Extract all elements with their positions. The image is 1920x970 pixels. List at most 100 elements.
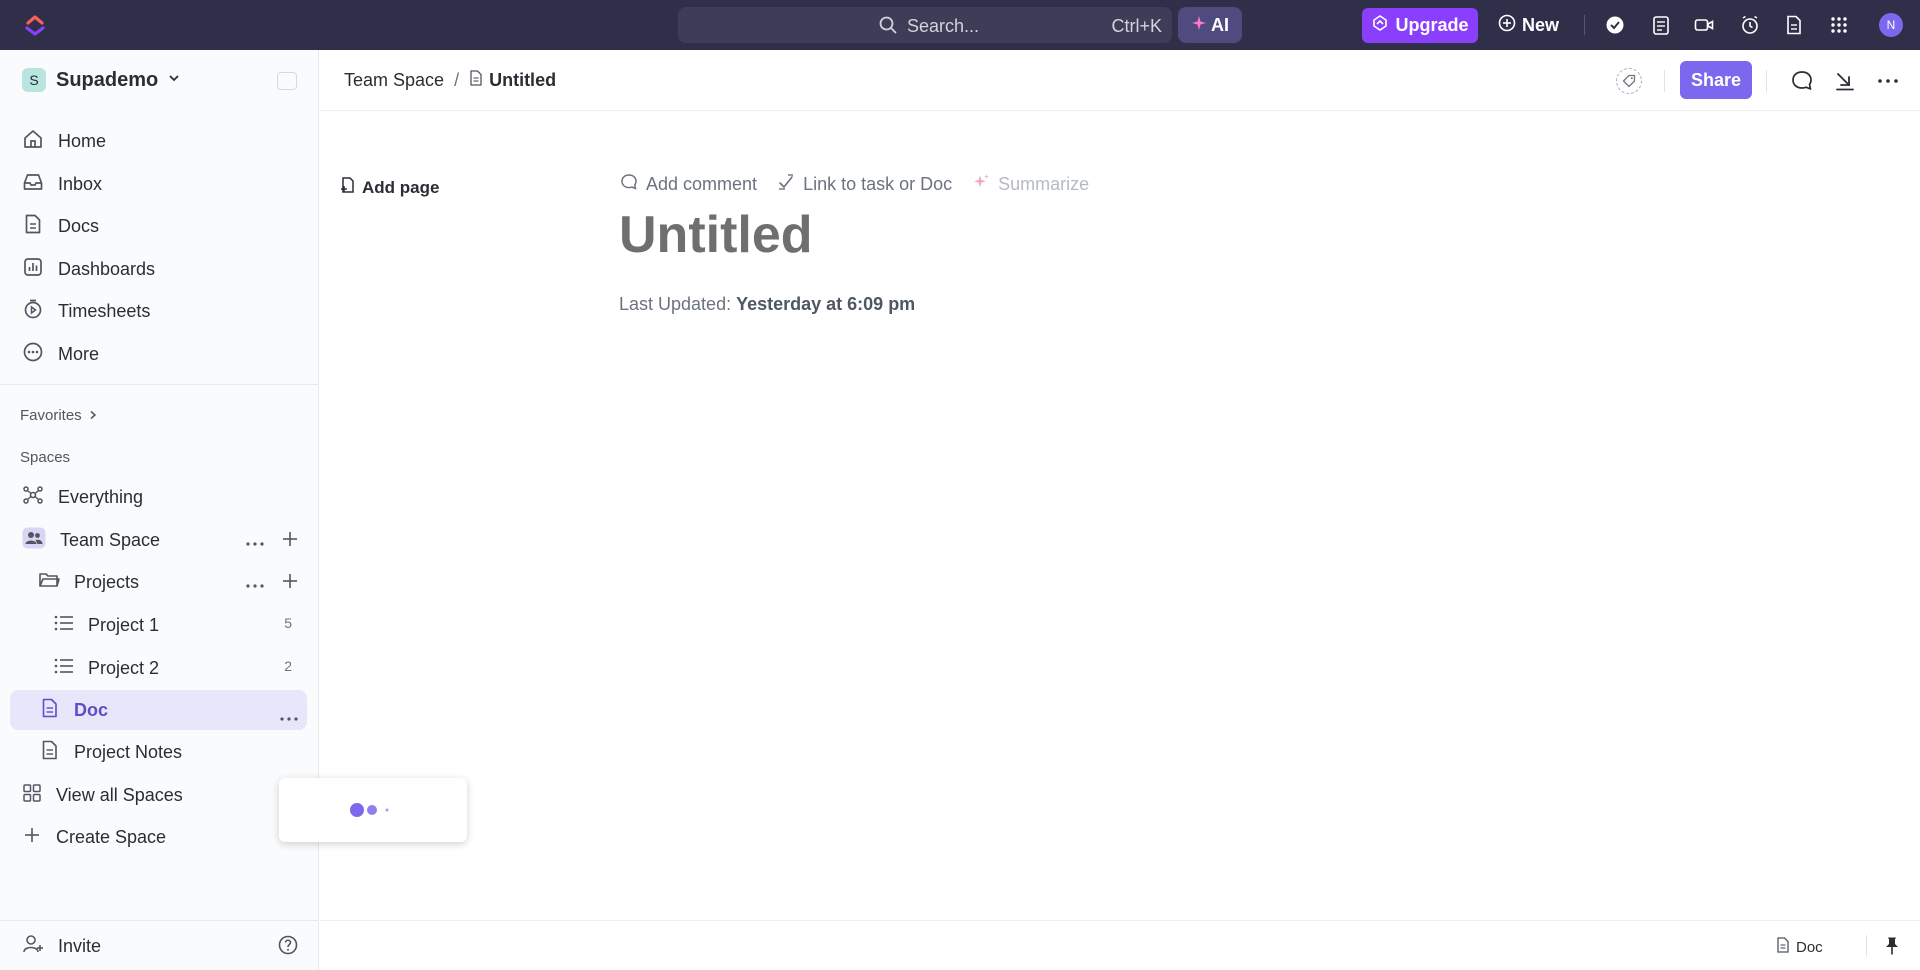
sidebar-collapse-icon[interactable] xyxy=(277,72,297,90)
sidebar-item-home[interactable]: Home xyxy=(22,122,312,160)
doc-title[interactable]: Untitled xyxy=(619,205,813,265)
team-icon xyxy=(22,527,46,554)
plus-icon[interactable] xyxy=(282,531,298,552)
more-icon xyxy=(22,341,44,368)
comment-icon[interactable] xyxy=(1790,69,1814,93)
sidebar-item-label: Project Notes xyxy=(74,741,183,762)
more-dots-icon[interactable] xyxy=(246,575,264,593)
favorites-section[interactable]: Favorites xyxy=(20,407,98,424)
invite-label: Invite xyxy=(58,935,102,956)
sidebar-item-timesheets[interactable]: Timesheets xyxy=(22,292,312,330)
search-bar[interactable]: Search... Ctrl+K xyxy=(678,7,1172,43)
list-icon xyxy=(54,615,74,636)
comment-icon xyxy=(620,173,638,196)
footer-doc-button[interactable]: Doc xyxy=(1776,937,1823,957)
notepad-icon[interactable] xyxy=(1650,14,1672,36)
invite-button[interactable]: Invite xyxy=(22,927,312,965)
check-circle-icon[interactable] xyxy=(1604,14,1626,36)
doc-toolbar: Add comment Link to task or Doc Summariz… xyxy=(620,173,1089,196)
sidebar-item-label: Home xyxy=(58,130,107,151)
add-user-icon xyxy=(22,933,44,960)
collapse-arrow-icon[interactable] xyxy=(1833,69,1857,93)
sidebar-item-docs[interactable]: Docs xyxy=(22,207,312,245)
last-updated-value: Yesterday at 6:09 pm xyxy=(736,294,916,314)
search-icon xyxy=(879,16,897,34)
sidebar-item-label: Create Space xyxy=(56,826,167,847)
sidebar-item-label: Everything xyxy=(58,486,144,507)
sidebar-item-project-2[interactable]: Project 2 xyxy=(54,649,344,687)
add-page-button[interactable]: Add page xyxy=(340,176,439,199)
grid-icon xyxy=(22,783,42,808)
sidebar-item-view-all-spaces[interactable]: View all Spaces xyxy=(22,776,312,814)
upgrade-button[interactable]: Upgrade xyxy=(1362,8,1478,43)
alarm-icon[interactable] xyxy=(1739,14,1761,36)
search-shortcut: Ctrl+K xyxy=(1111,16,1162,36)
sidebar-item-dashboards[interactable]: Dashboards xyxy=(22,250,312,288)
timesheets-icon xyxy=(22,298,44,325)
sidebar-item-label: More xyxy=(58,343,100,364)
ai-button[interactable]: AI xyxy=(1178,7,1242,43)
plus-icon xyxy=(22,825,42,850)
more-options-icon[interactable] xyxy=(1876,69,1900,93)
sparkle-icon xyxy=(1191,15,1207,36)
doc-icon xyxy=(40,740,60,765)
everything-icon xyxy=(22,484,44,511)
last-updated-label: Last Updated: xyxy=(619,294,732,314)
top-bar: Search... Ctrl+K AI Upgrade New N xyxy=(0,0,1920,50)
add-page-icon xyxy=(340,176,356,199)
new-button[interactable]: New xyxy=(1498,8,1559,43)
team-space-actions xyxy=(246,531,298,552)
project-2-count: 2 xyxy=(284,658,292,674)
workspace-switcher[interactable]: S Supademo xyxy=(22,68,180,92)
list-icon xyxy=(54,658,74,679)
breadcrumb-separator: / xyxy=(454,70,460,90)
chevron-right-icon xyxy=(88,407,98,424)
sidebar-item-label: Project 1 xyxy=(88,614,160,635)
sidebar-divider xyxy=(0,384,319,385)
sidebar-item-more[interactable]: More xyxy=(22,335,312,373)
more-dots-icon[interactable] xyxy=(246,533,264,551)
clickup-logo-icon[interactable] xyxy=(22,12,48,38)
dashboards-icon xyxy=(22,256,44,283)
apps-grid-icon[interactable] xyxy=(1828,14,1850,36)
sidebar-item-inbox[interactable]: Inbox xyxy=(22,165,312,203)
sidebar-item-create-space[interactable]: Create Space xyxy=(22,818,312,856)
sparkle-icon xyxy=(972,173,990,196)
breadcrumb-team-space[interactable]: Team Space xyxy=(344,70,444,91)
video-icon[interactable] xyxy=(1693,14,1715,36)
top-divider xyxy=(1584,15,1585,35)
user-avatar[interactable]: N xyxy=(1879,13,1903,37)
breadcrumb-current[interactable]: Untitled xyxy=(469,70,556,91)
tag-icon[interactable] xyxy=(1616,68,1642,94)
sidebar-item-label: Team Space xyxy=(60,529,161,550)
new-label: New xyxy=(1522,15,1560,35)
pin-icon[interactable] xyxy=(1884,936,1900,961)
sidebar-item-project-notes[interactable]: Project Notes xyxy=(40,733,330,771)
doc-icon xyxy=(40,698,60,723)
sidebar: S Supademo Home Inbox Docs Dashboards Ti… xyxy=(0,50,467,970)
add-page-label: Add page xyxy=(362,177,440,197)
home-icon xyxy=(22,128,44,155)
inbox-icon xyxy=(22,171,44,198)
footer-bar: Doc xyxy=(320,920,1920,970)
workspace-name: Supademo xyxy=(56,68,159,91)
plus-icon[interactable] xyxy=(282,573,298,594)
more-dots-icon[interactable] xyxy=(280,708,298,726)
sidebar-item-project-1[interactable]: Project 1 xyxy=(54,606,344,644)
sidebar-item-label: Docs xyxy=(58,215,100,236)
add-comment-button[interactable]: Add comment xyxy=(620,173,757,196)
help-icon[interactable] xyxy=(278,935,298,960)
sidebar-item-everything[interactable]: Everything xyxy=(22,478,312,516)
summarize-button[interactable]: Summarize xyxy=(972,173,1089,196)
plus-circle-icon xyxy=(1498,14,1516,37)
sidebar-bottom-divider xyxy=(0,920,319,921)
document-icon[interactable] xyxy=(1783,14,1805,36)
loading-spinner-icon xyxy=(349,802,397,823)
link-task-button[interactable]: Link to task or Doc xyxy=(777,173,952,196)
sidebar-item-label: Dashboards xyxy=(58,258,156,279)
share-button[interactable]: Share xyxy=(1680,61,1752,99)
last-updated: Last Updated: Yesterday at 6:09 pm xyxy=(619,294,915,315)
doc-icon xyxy=(1776,937,1790,957)
search-placeholder: Search... xyxy=(907,16,980,36)
sidebar-item-label: Timesheets xyxy=(58,300,151,321)
